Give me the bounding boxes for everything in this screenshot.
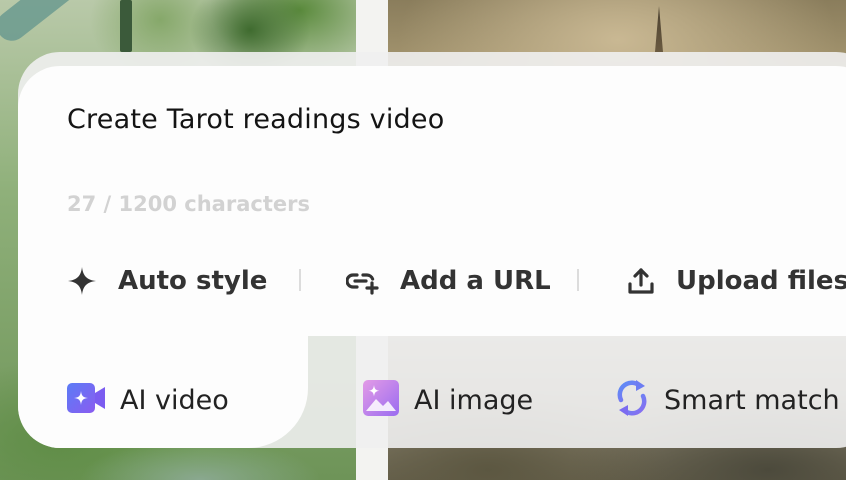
ai-image-icon bbox=[362, 379, 400, 421]
upload-icon bbox=[626, 265, 656, 297]
tab-ai-video-label: AI video bbox=[120, 384, 229, 416]
auto-style-label: Auto style bbox=[118, 266, 268, 296]
tab-ai-image[interactable]: AI image bbox=[362, 380, 533, 420]
background-tower bbox=[120, 0, 132, 52]
tab-ai-image-label: AI image bbox=[414, 384, 534, 416]
smart-match-icon bbox=[614, 377, 650, 423]
sparkle-icon bbox=[66, 265, 98, 297]
tab-smart-match[interactable]: Smart match bbox=[614, 380, 840, 420]
tab-ai-video[interactable]: AI video bbox=[66, 380, 229, 420]
link-add-icon bbox=[346, 265, 380, 297]
ai-video-icon bbox=[66, 381, 106, 419]
tab-smart-match-label: Smart match bbox=[664, 384, 840, 416]
auto-style-button[interactable]: Auto style bbox=[66, 262, 267, 300]
add-url-label: Add a URL bbox=[400, 266, 551, 296]
screen: Create Tarot readings video 27 / 1200 ch… bbox=[0, 0, 846, 480]
prompt-input[interactable]: Create Tarot readings video bbox=[67, 104, 444, 135]
upload-files-label: Upload files bbox=[676, 266, 846, 296]
character-counter: 27 / 1200 characters bbox=[67, 192, 310, 216]
action-divider bbox=[299, 269, 301, 291]
add-url-button[interactable]: Add a URL bbox=[346, 262, 551, 300]
upload-files-button[interactable]: Upload files bbox=[626, 262, 846, 300]
action-divider bbox=[577, 269, 579, 291]
